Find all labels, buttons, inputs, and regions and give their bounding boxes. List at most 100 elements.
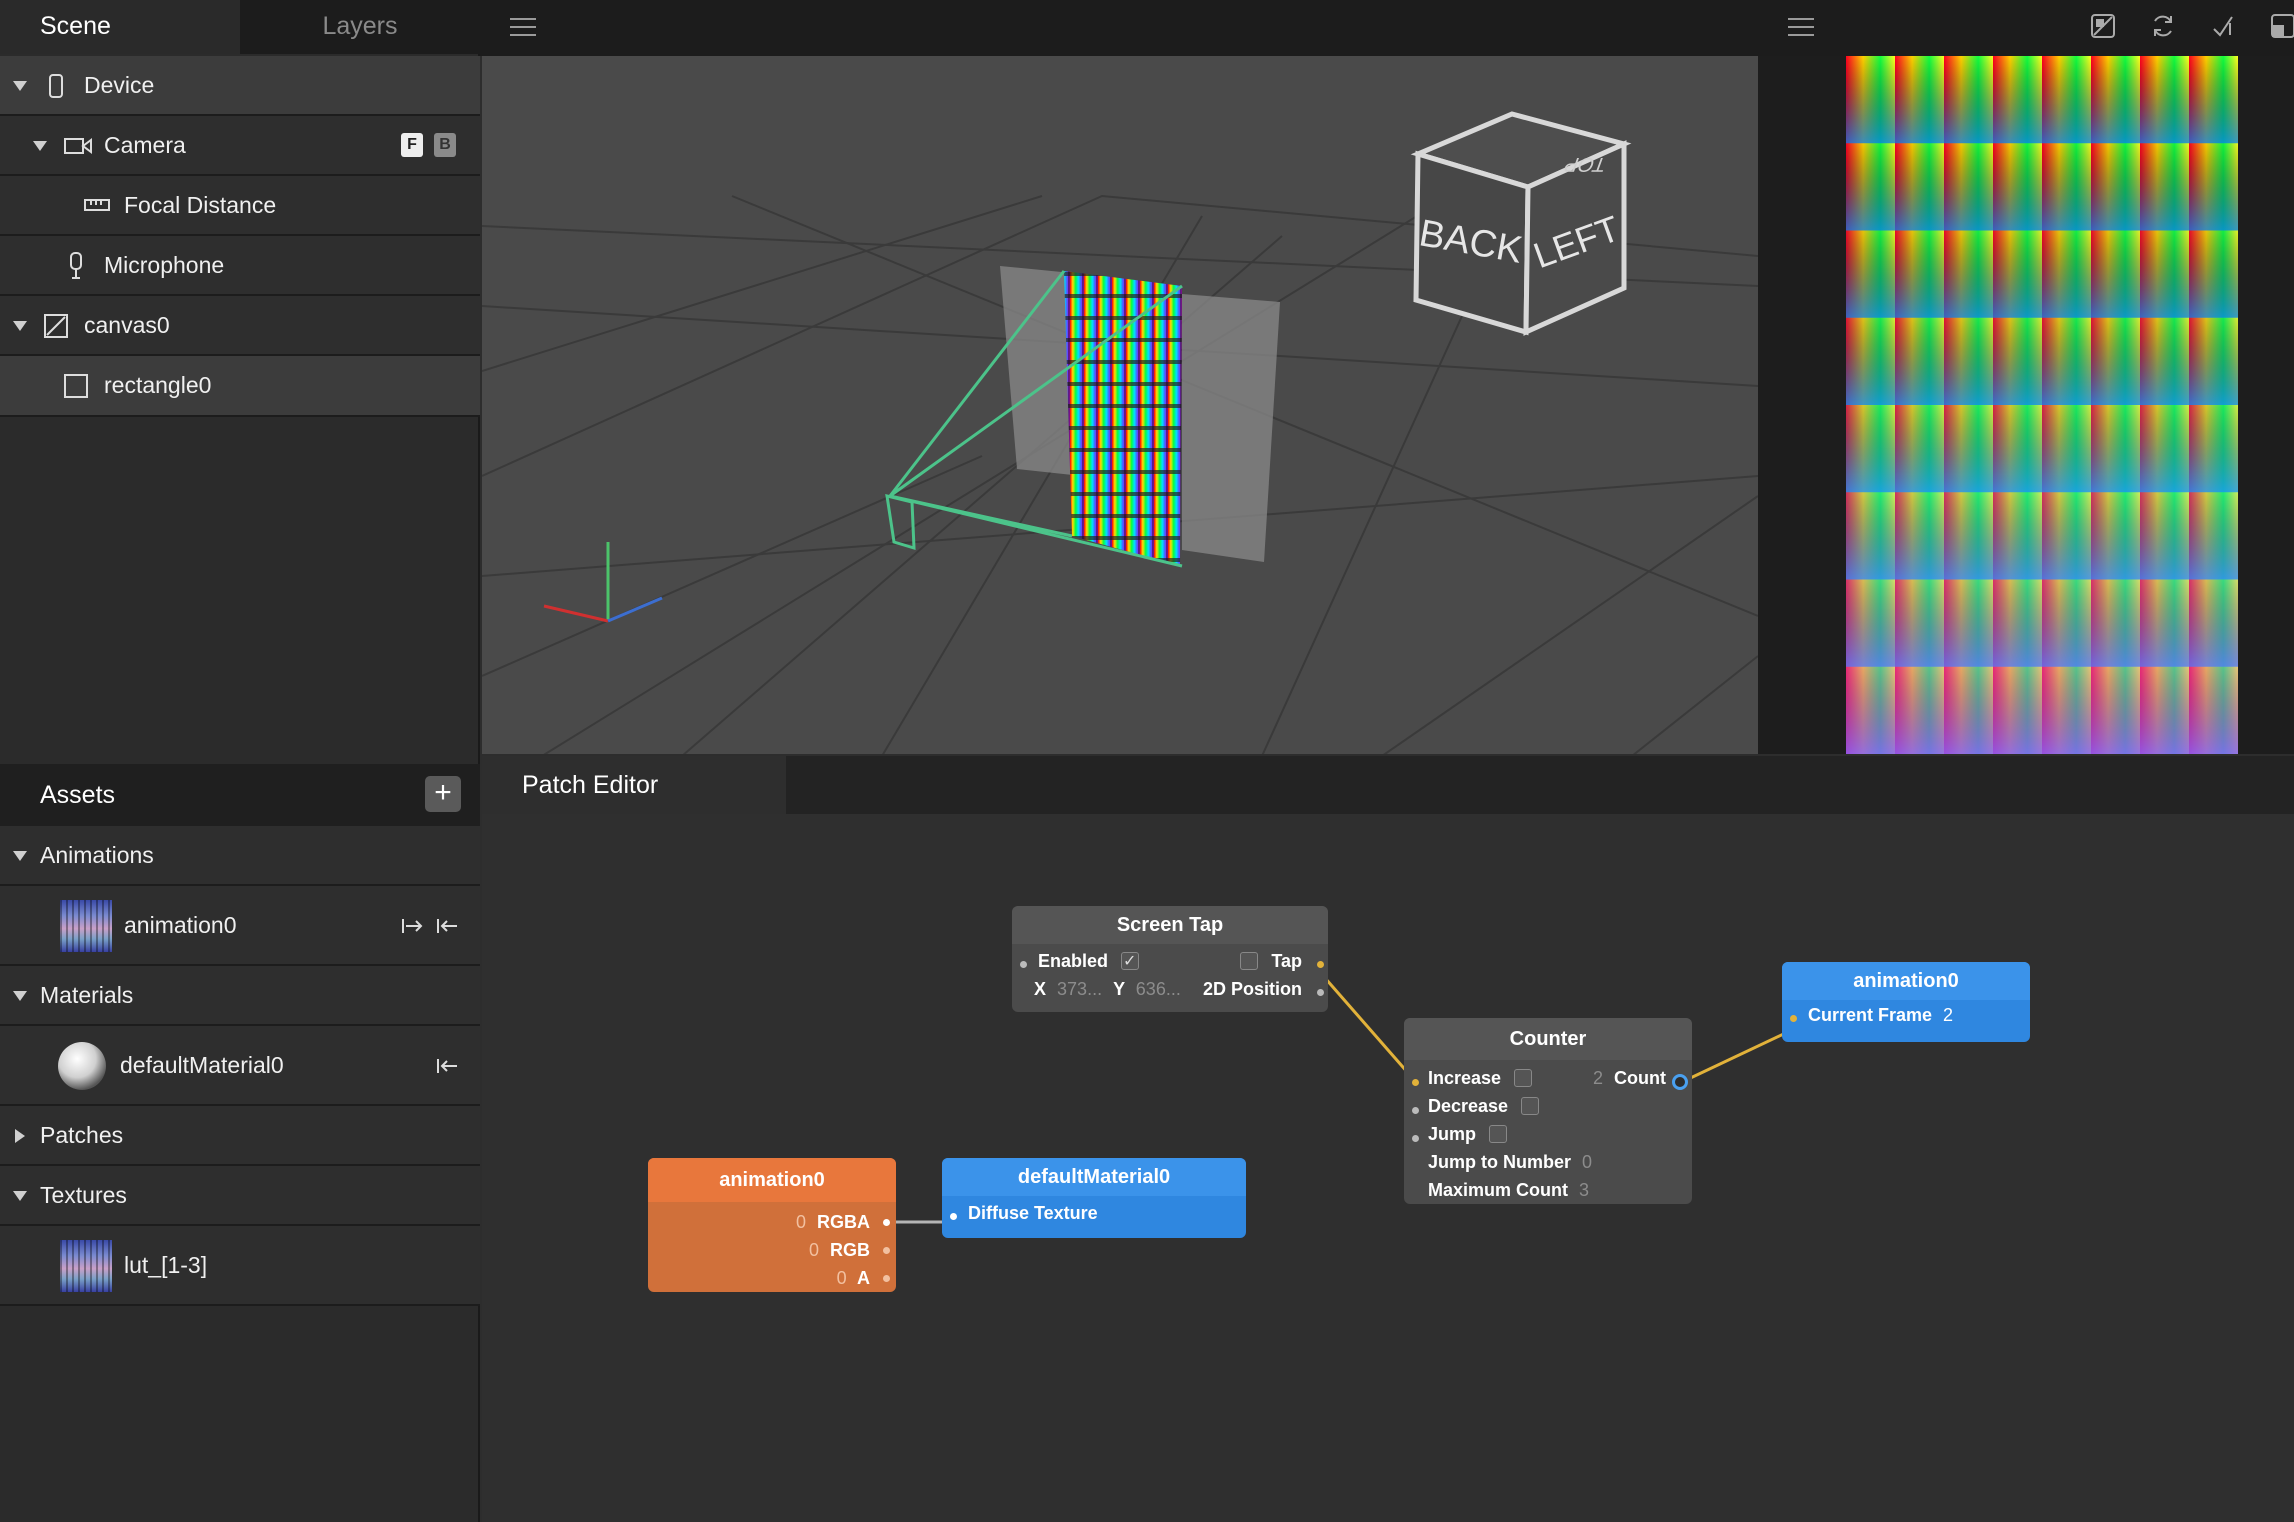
count-output-port[interactable]	[1672, 1074, 1688, 1090]
front-camera-badge[interactable]: F	[401, 133, 423, 157]
scene-item-label: Focal Distance	[124, 191, 277, 218]
tab-patch-editor[interactable]: Patch Editor	[482, 756, 786, 814]
disclosure-right-icon[interactable]	[15, 1129, 25, 1143]
add-asset-button[interactable]: +	[425, 776, 461, 812]
tap-output-port[interactable]	[1317, 961, 1324, 968]
device-preview[interactable]	[1758, 56, 2294, 754]
port-label: Jump	[1428, 1124, 1477, 1144]
maximum-count-input[interactable]: Maximum Count 3	[1428, 1177, 1589, 1203]
count-output[interactable]: 2 Count	[1593, 1065, 1666, 1091]
import-arrow-icon[interactable]	[436, 917, 460, 935]
scene-viewport[interactable]: TOP BACK LEFT	[482, 56, 1758, 754]
scene-item-microphone[interactable]: Microphone	[0, 236, 480, 296]
disclosure-down-icon[interactable]	[13, 81, 27, 91]
tap-output[interactable]: Tap	[1240, 948, 1302, 974]
port-value[interactable]: 2	[1943, 1005, 1953, 1025]
port-label: RGBA	[817, 1212, 870, 1232]
asset-item-defaultmaterial0[interactable]: defaultMaterial0	[0, 1026, 480, 1106]
scene-item-canvas0[interactable]: canvas0	[0, 296, 480, 356]
decrease-checkbox[interactable]	[1521, 1097, 1540, 1116]
export-arrow-icon[interactable]	[401, 917, 425, 935]
back-camera-badge[interactable]: B	[434, 133, 456, 157]
asset-section-materials[interactable]: Materials	[0, 966, 480, 1026]
wire-tap-to-increase	[1316, 969, 1418, 1083]
diffuse-texture-input-port[interactable]	[950, 1213, 957, 1220]
refresh-icon[interactable]	[2150, 13, 2176, 39]
port-value[interactable]: 3	[1579, 1180, 1589, 1200]
diffuse-texture-input[interactable]: Diffuse Texture	[968, 1200, 1098, 1226]
jump-checkbox[interactable]	[1489, 1125, 1508, 1144]
counter-node[interactable]: Counter Increase Decrease Jump Jump to N…	[1404, 1018, 1692, 1204]
port-value: 0	[795, 1212, 806, 1232]
scene-item-focal-distance[interactable]: Focal Distance	[0, 176, 480, 236]
rgba-output-port[interactable]	[883, 1219, 890, 1226]
decrease-input[interactable]: Decrease	[1428, 1093, 1540, 1119]
alpha-output[interactable]: 0 A	[837, 1265, 870, 1291]
increase-checkbox[interactable]	[1514, 1069, 1533, 1088]
asset-section-textures[interactable]: Textures	[0, 1166, 480, 1226]
port-label: Current Frame	[1808, 1005, 1933, 1025]
section-label: Textures	[40, 1181, 127, 1208]
disclosure-down-icon[interactable]	[33, 141, 47, 151]
import-arrow-icon[interactable]	[436, 1057, 460, 1075]
current-frame-input-port[interactable]	[1790, 1015, 1797, 1022]
position-output-port[interactable]	[1317, 989, 1324, 996]
port-value[interactable]: 0	[1582, 1152, 1592, 1172]
material-node[interactable]: defaultMaterial0 Diffuse Texture	[942, 1158, 1246, 1238]
rgb-output-port[interactable]	[883, 1247, 890, 1254]
rgb-output[interactable]: 0 RGB	[809, 1237, 870, 1263]
current-frame-input[interactable]: Current Frame 2	[1808, 1002, 1953, 1028]
section-label: Materials	[40, 981, 134, 1008]
hide-preview-icon[interactable]	[2090, 13, 2116, 39]
increase-input[interactable]: Increase	[1428, 1065, 1533, 1091]
wire-count-to-frame	[1681, 1028, 1793, 1084]
tab-scene[interactable]: Scene	[0, 0, 240, 54]
device-preview-icon[interactable]	[2270, 13, 2294, 39]
patch-editor-canvas[interactable]: Screen Tap Enabled Tap X 373... Y 636...…	[482, 814, 2294, 1522]
scene-item-rectangle0[interactable]: rectangle0	[0, 356, 480, 417]
alpha-output-port[interactable]	[883, 1275, 890, 1282]
node-title: Screen Tap	[1012, 906, 1328, 944]
disclosure-down-icon[interactable]	[13, 851, 27, 861]
disclosure-down-icon[interactable]	[13, 321, 27, 331]
jump-to-number-input[interactable]: Jump to Number 0	[1428, 1149, 1592, 1175]
enabled-input-port[interactable]	[1020, 961, 1027, 968]
asset-item-animation0[interactable]: animation0	[0, 886, 480, 966]
touch-icon[interactable]	[2210, 13, 2236, 39]
tab-layers[interactable]: Layers	[240, 0, 480, 54]
enabled-input[interactable]: Enabled	[1038, 948, 1140, 975]
tap-checkbox[interactable]	[1240, 952, 1259, 971]
asset-section-patches[interactable]: Patches	[0, 1106, 480, 1166]
viewport-menu-icon[interactable]	[510, 18, 536, 36]
animation-source-node[interactable]: animation0 0 RGBA 0 RGB 0 A	[648, 1158, 896, 1292]
enabled-checkbox[interactable]	[1121, 949, 1140, 975]
asset-section-animations[interactable]: Animations	[0, 826, 480, 886]
screen-tap-node[interactable]: Screen Tap Enabled Tap X 373... Y 636...…	[1012, 906, 1328, 1012]
section-label: Patches	[40, 1121, 124, 1148]
phone-icon	[49, 74, 63, 98]
preview-menu-icon[interactable]	[1788, 18, 1814, 36]
disclosure-down-icon[interactable]	[13, 1191, 27, 1201]
canvas-plane-right	[1182, 294, 1280, 562]
lut-rectangle[interactable]	[1064, 271, 1182, 566]
view-cube[interactable]: TOP BACK LEFT	[1410, 111, 1632, 336]
increase-input-port[interactable]	[1412, 1079, 1419, 1086]
animation-frame-node[interactable]: animation0 Current Frame 2	[1782, 962, 2030, 1042]
viewport-3d-scene[interactable]: TOP BACK LEFT	[482, 56, 1758, 754]
scene-item-device[interactable]: Device	[0, 56, 480, 116]
rgba-output[interactable]: 0 RGBA	[796, 1209, 870, 1235]
material-sphere-icon	[58, 1042, 106, 1090]
port-value: 0	[836, 1268, 847, 1288]
y-value: 636...	[1135, 979, 1181, 999]
position-output[interactable]: 2D Position	[1203, 976, 1302, 1002]
jump-input[interactable]: Jump	[1428, 1121, 1508, 1147]
scene-item-label: canvas0	[84, 311, 170, 338]
jump-input-port[interactable]	[1412, 1135, 1419, 1142]
asset-item-lut[interactable]: lut_[1-3]	[0, 1226, 480, 1306]
node-title: animation0	[648, 1158, 896, 1202]
disclosure-down-icon[interactable]	[13, 991, 27, 1001]
canvas-icon	[44, 314, 68, 338]
port-label: RGB	[830, 1240, 870, 1260]
decrease-input-port[interactable]	[1412, 1107, 1419, 1114]
scene-item-camera[interactable]: Camera F B	[0, 116, 480, 176]
